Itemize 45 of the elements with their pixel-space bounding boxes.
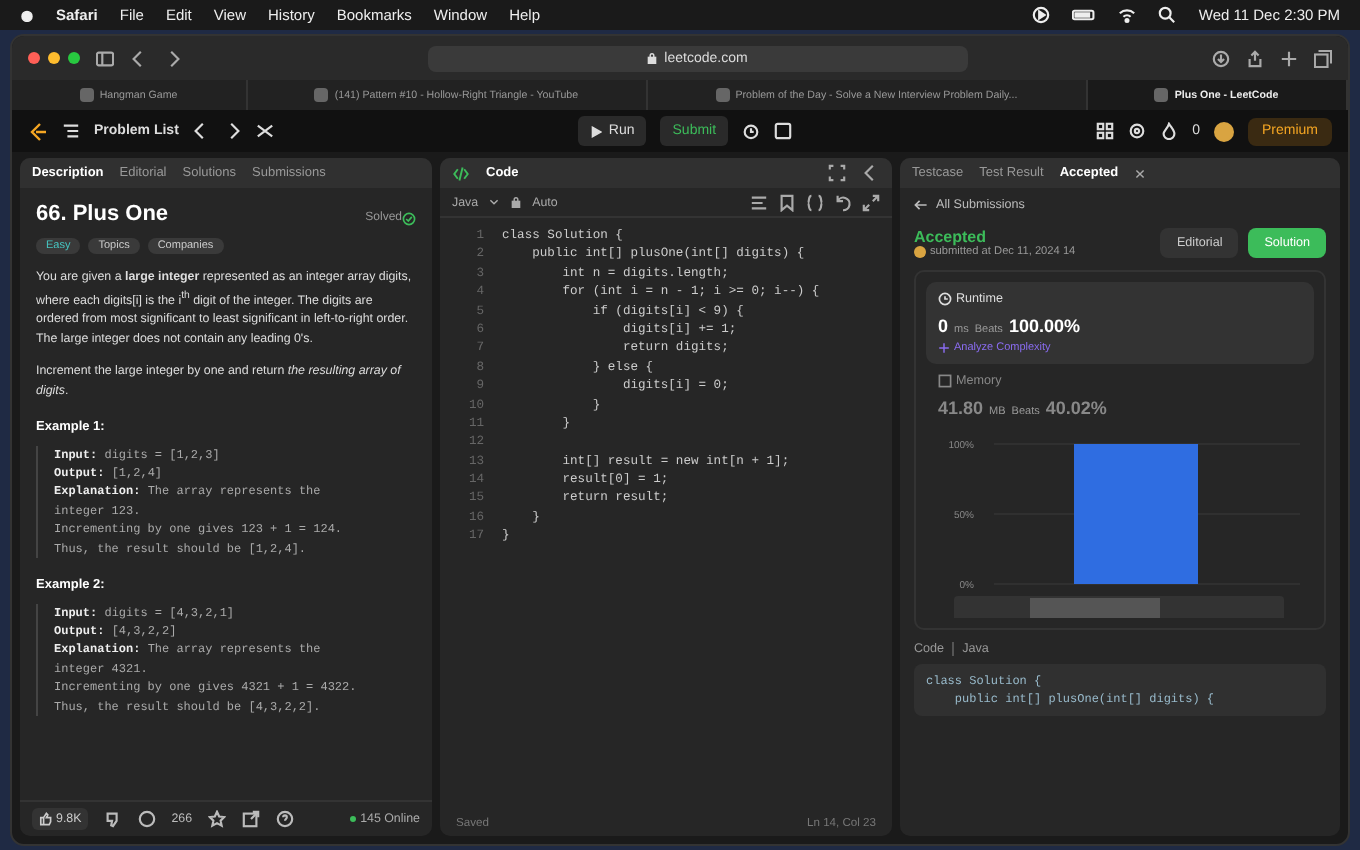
battery-icon xyxy=(1072,6,1097,24)
plus-icon xyxy=(1280,49,1298,67)
wifi-icon xyxy=(1118,6,1137,24)
lock-icon xyxy=(510,196,523,208)
fullscreen-icon xyxy=(862,193,880,211)
expand-icon xyxy=(828,164,846,182)
download-icon xyxy=(1212,49,1230,67)
collapse-icon xyxy=(862,164,880,182)
star-icon xyxy=(208,810,227,828)
close-icon xyxy=(1134,167,1147,179)
alarm-icon xyxy=(742,122,761,140)
verdict-label: Accepted xyxy=(914,228,989,246)
thumbs-up-icon xyxy=(38,812,52,826)
braces-icon xyxy=(806,193,824,211)
format-icon xyxy=(750,193,768,211)
distribution-bar xyxy=(1074,444,1198,584)
back-icon xyxy=(130,49,148,67)
search-icon xyxy=(1158,6,1177,24)
layout-icon xyxy=(1096,122,1115,140)
runtime-value: 0 xyxy=(938,316,949,336)
share-icon xyxy=(242,810,261,828)
share-icon xyxy=(1246,49,1264,67)
problem-title: 66. Plus One xyxy=(36,202,169,228)
arrow-left-icon xyxy=(914,198,928,212)
sidebar-icon xyxy=(96,49,114,67)
range-slider[interactable] xyxy=(954,596,1284,618)
play-icon xyxy=(1032,6,1051,24)
check-circle-icon xyxy=(402,212,416,226)
clock-icon xyxy=(938,292,952,306)
chevron-down-icon xyxy=(488,196,501,208)
memory-value: 41.80 xyxy=(938,398,984,418)
avatar-icon[interactable] xyxy=(1213,121,1234,141)
window-controls-drawing[interactable] xyxy=(28,52,80,64)
tabs-icon xyxy=(1314,49,1332,67)
lock-icon xyxy=(646,52,659,64)
bookmark-icon xyxy=(778,193,796,211)
next-icon xyxy=(224,122,243,140)
reset-icon xyxy=(834,193,852,211)
beats-value: 100.00% xyxy=(1008,316,1080,336)
code-icon xyxy=(452,165,470,181)
help-icon xyxy=(276,810,295,828)
play-icon xyxy=(590,125,603,137)
list-icon xyxy=(62,122,80,140)
beats-value: 40.02% xyxy=(1045,398,1107,418)
forward-icon xyxy=(164,49,182,67)
